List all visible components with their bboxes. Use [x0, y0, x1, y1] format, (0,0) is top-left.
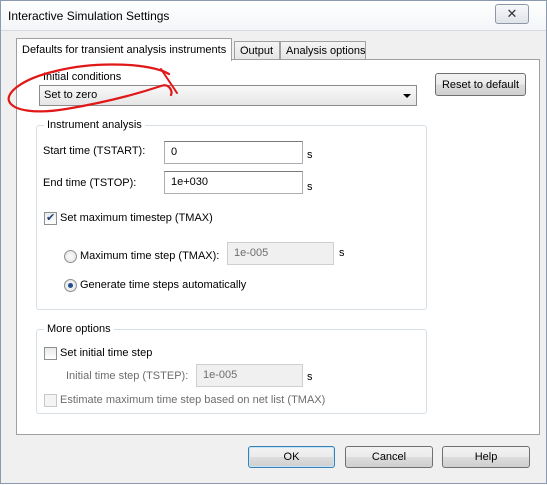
end-time-value: 1e+030 — [171, 176, 209, 188]
set-initial-time-step-label: Set initial time step — [60, 347, 153, 359]
initial-time-step-label: Initial time step (TSTEP): — [66, 370, 189, 382]
window-title: Interactive Simulation Settings — [8, 9, 170, 23]
instrument-analysis-title: Instrument analysis — [44, 119, 145, 131]
initial-time-step-input[interactable]: 1e-005 — [196, 364, 303, 387]
cancel-button-label: Cancel — [371, 451, 407, 463]
help-button[interactable]: Help — [442, 446, 530, 468]
max-time-step-label: Maximum time step (TMAX): — [80, 250, 220, 262]
chevron-down-icon — [403, 94, 411, 98]
initial-conditions-value: Set to zero — [44, 89, 98, 101]
auto-time-steps-label: Generate time steps automatically — [80, 279, 247, 291]
more-options-group: More options Set initial time step Initi… — [36, 323, 427, 414]
max-time-step-input[interactable]: 1e-005 — [227, 242, 334, 265]
tab-label: Defaults for transient analysis instrume… — [22, 44, 227, 56]
close-icon: ✕ — [506, 6, 518, 21]
start-time-value: 0 — [171, 146, 178, 158]
instrument-analysis-group: Instrument analysis Start time (TSTART):… — [36, 119, 427, 310]
tab-panel-defaults: Initial conditions Set to zero Reset to … — [16, 59, 540, 435]
end-time-unit: s — [307, 181, 313, 193]
initial-time-step-unit: s — [307, 371, 313, 383]
tab-analysis-options[interactable]: Analysis options — [280, 41, 366, 61]
estimate-max-step-label: Estimate maximum time step based on net … — [60, 394, 326, 406]
set-max-timestep-checkbox[interactable] — [44, 211, 57, 225]
max-time-step-unit: s — [339, 247, 345, 259]
end-time-label: End time (TSTOP): — [43, 177, 137, 189]
ok-button[interactable]: OK — [248, 446, 335, 468]
tab-label: Analysis options — [286, 45, 366, 57]
reset-button-label: Reset to default — [441, 78, 520, 91]
initial-conditions-select[interactable]: Set to zero — [39, 85, 417, 106]
start-time-label: Start time (TSTART): — [43, 145, 146, 157]
set-initial-time-step-checkbox[interactable] — [44, 347, 57, 360]
max-time-step-value: 1e-005 — [234, 247, 269, 259]
start-time-unit: s — [307, 149, 313, 161]
more-options-title: More options — [44, 323, 114, 335]
settings-dialog: Interactive Simulation Settings ✕ Defaul… — [0, 0, 547, 484]
tab-label: Output — [240, 45, 274, 57]
help-button-label: Help — [474, 451, 498, 463]
close-button[interactable]: ✕ — [495, 4, 529, 24]
max-time-step-radio[interactable] — [64, 250, 77, 263]
ok-button-label: OK — [283, 451, 300, 463]
tab-defaults-transient[interactable]: Defaults for transient analysis instrume… — [16, 38, 233, 63]
cancel-button[interactable]: Cancel — [345, 446, 433, 468]
end-time-input[interactable]: 1e+030 — [164, 171, 303, 194]
initial-conditions-title: Initial conditions — [43, 71, 122, 83]
initial-time-step-value: 1e-005 — [203, 369, 238, 381]
tab-output[interactable]: Output — [234, 41, 280, 61]
set-max-timestep-label: Set maximum timestep (TMAX) — [60, 212, 213, 224]
start-time-input[interactable]: 0 — [164, 141, 303, 164]
reset-to-default-button[interactable]: Reset to default — [435, 73, 526, 96]
title-bar: Interactive Simulation Settings ✕ — [1, 1, 546, 31]
auto-time-steps-radio[interactable] — [64, 279, 77, 292]
estimate-max-step-checkbox[interactable] — [44, 394, 57, 407]
